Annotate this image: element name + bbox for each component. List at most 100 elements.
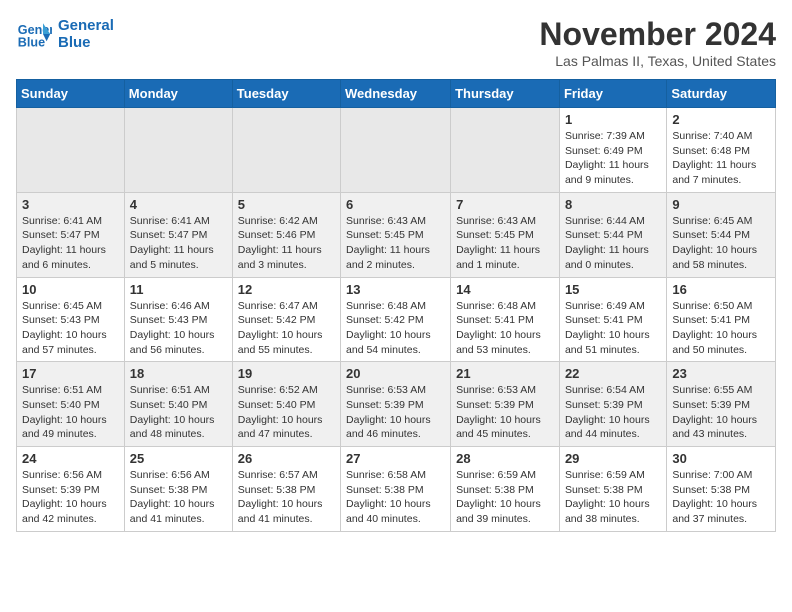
day-number: 9 bbox=[672, 197, 770, 212]
calendar-day: 11Sunrise: 6:46 AM Sunset: 5:43 PM Dayli… bbox=[124, 277, 232, 362]
day-info: Sunrise: 6:43 AM Sunset: 5:45 PM Dayligh… bbox=[346, 214, 445, 273]
day-number: 15 bbox=[565, 282, 661, 297]
day-info: Sunrise: 6:42 AM Sunset: 5:46 PM Dayligh… bbox=[238, 214, 335, 273]
month-title: November 2024 bbox=[539, 16, 776, 53]
day-number: 8 bbox=[565, 197, 661, 212]
calendar-day: 17Sunrise: 6:51 AM Sunset: 5:40 PM Dayli… bbox=[17, 362, 125, 447]
day-info: Sunrise: 6:58 AM Sunset: 5:38 PM Dayligh… bbox=[346, 468, 445, 527]
day-info: Sunrise: 6:56 AM Sunset: 5:39 PM Dayligh… bbox=[22, 468, 119, 527]
day-info: Sunrise: 6:50 AM Sunset: 5:41 PM Dayligh… bbox=[672, 299, 770, 358]
day-number: 19 bbox=[238, 366, 335, 381]
location: Las Palmas II, Texas, United States bbox=[539, 53, 776, 69]
day-number: 11 bbox=[130, 282, 227, 297]
day-header-saturday: Saturday bbox=[667, 80, 776, 108]
day-number: 25 bbox=[130, 451, 227, 466]
calendar-day: 24 Sunrise: 6:56 AM Sunset: 5:39 PM Dayli… bbox=[17, 447, 125, 532]
day-info: Sunrise: 6:48 AM Sunset: 5:42 PM Dayligh… bbox=[346, 299, 445, 358]
day-info: Sunrise: 6:45 AM Sunset: 5:43 PM Dayligh… bbox=[22, 299, 119, 358]
day-number: 4 bbox=[130, 197, 227, 212]
calendar-day: 1 Sunrise: 7:39 AM Sunset: 6:49 PM Daylig… bbox=[559, 108, 666, 193]
day-info: Sunrise: 6:59 AM Sunset: 5:38 PM Dayligh… bbox=[565, 468, 661, 527]
day-number: 18 bbox=[130, 366, 227, 381]
calendar-day bbox=[341, 108, 451, 193]
calendar: SundayMondayTuesdayWednesdayThursdayFrid… bbox=[16, 79, 776, 532]
day-number: 1 bbox=[565, 112, 661, 127]
day-number: 3 bbox=[22, 197, 119, 212]
day-header-sunday: Sunday bbox=[17, 80, 125, 108]
calendar-header-row: SundayMondayTuesdayWednesdayThursdayFrid… bbox=[17, 80, 776, 108]
day-info: Sunrise: 6:51 AM Sunset: 5:40 PM Dayligh… bbox=[130, 383, 227, 442]
day-header-friday: Friday bbox=[559, 80, 666, 108]
day-info: Sunrise: 6:41 AM Sunset: 5:47 PM Dayligh… bbox=[22, 214, 119, 273]
day-info: Sunrise: 6:47 AM Sunset: 5:42 PM Dayligh… bbox=[238, 299, 335, 358]
logo: General Blue General Blue bbox=[16, 16, 114, 52]
day-info: Sunrise: 6:48 AM Sunset: 5:41 PM Dayligh… bbox=[456, 299, 554, 358]
logo-general: General bbox=[58, 17, 114, 34]
calendar-day: 29Sunrise: 6:59 AM Sunset: 5:38 PM Dayli… bbox=[559, 447, 666, 532]
calendar-day: 20Sunrise: 6:53 AM Sunset: 5:39 PM Dayli… bbox=[341, 362, 451, 447]
page-header: General Blue General Blue November 2024 … bbox=[16, 16, 776, 69]
day-info: Sunrise: 6:44 AM Sunset: 5:44 PM Dayligh… bbox=[565, 214, 661, 273]
calendar-day bbox=[124, 108, 232, 193]
day-number: 22 bbox=[565, 366, 661, 381]
day-number: 16 bbox=[672, 282, 770, 297]
logo-icon: General Blue bbox=[16, 16, 52, 52]
day-number: 21 bbox=[456, 366, 554, 381]
day-info: Sunrise: 6:51 AM Sunset: 5:40 PM Dayligh… bbox=[22, 383, 119, 442]
calendar-day: 23 Sunrise: 6:55 AM Sunset: 5:39 PM Dayli… bbox=[667, 362, 776, 447]
calendar-day: 14 Sunrise: 6:48 AM Sunset: 5:41 PM Dayli… bbox=[451, 277, 560, 362]
calendar-day: 16 Sunrise: 6:50 AM Sunset: 5:41 PM Dayli… bbox=[667, 277, 776, 362]
day-info: Sunrise: 6:53 AM Sunset: 5:39 PM Dayligh… bbox=[456, 383, 554, 442]
day-info: Sunrise: 7:00 AM Sunset: 5:38 PM Dayligh… bbox=[672, 468, 770, 527]
calendar-week-row: 3 Sunrise: 6:41 AM Sunset: 5:47 PM Daylig… bbox=[17, 192, 776, 277]
svg-text:Blue: Blue bbox=[18, 36, 45, 50]
calendar-day: 9 Sunrise: 6:45 AM Sunset: 5:44 PM Daylig… bbox=[667, 192, 776, 277]
day-number: 23 bbox=[672, 366, 770, 381]
day-number: 26 bbox=[238, 451, 335, 466]
day-info: Sunrise: 6:49 AM Sunset: 5:41 PM Dayligh… bbox=[565, 299, 661, 358]
calendar-day bbox=[17, 108, 125, 193]
calendar-day: 25Sunrise: 6:56 AM Sunset: 5:38 PM Dayli… bbox=[124, 447, 232, 532]
calendar-day: 4 Sunrise: 6:41 AM Sunset: 5:47 PM Daylig… bbox=[124, 192, 232, 277]
day-info: Sunrise: 6:52 AM Sunset: 5:40 PM Dayligh… bbox=[238, 383, 335, 442]
calendar-day bbox=[451, 108, 560, 193]
calendar-day: 28 Sunrise: 6:59 AM Sunset: 5:38 PM Dayli… bbox=[451, 447, 560, 532]
day-number: 6 bbox=[346, 197, 445, 212]
day-number: 24 bbox=[22, 451, 119, 466]
calendar-week-row: 17Sunrise: 6:51 AM Sunset: 5:40 PM Dayli… bbox=[17, 362, 776, 447]
day-number: 5 bbox=[238, 197, 335, 212]
day-info: Sunrise: 6:45 AM Sunset: 5:44 PM Dayligh… bbox=[672, 214, 770, 273]
day-info: Sunrise: 7:39 AM Sunset: 6:49 PM Dayligh… bbox=[565, 129, 661, 188]
calendar-day: 8 Sunrise: 6:44 AM Sunset: 5:44 PM Daylig… bbox=[559, 192, 666, 277]
day-info: Sunrise: 6:54 AM Sunset: 5:39 PM Dayligh… bbox=[565, 383, 661, 442]
day-number: 2 bbox=[672, 112, 770, 127]
calendar-week-row: 24 Sunrise: 6:56 AM Sunset: 5:39 PM Dayli… bbox=[17, 447, 776, 532]
day-header-thursday: Thursday bbox=[451, 80, 560, 108]
day-number: 28 bbox=[456, 451, 554, 466]
day-header-wednesday: Wednesday bbox=[341, 80, 451, 108]
day-number: 7 bbox=[456, 197, 554, 212]
calendar-day: 2 Sunrise: 7:40 AM Sunset: 6:48 PM Daylig… bbox=[667, 108, 776, 193]
calendar-day: 19 Sunrise: 6:52 AM Sunset: 5:40 PM Dayli… bbox=[232, 362, 340, 447]
day-number: 20 bbox=[346, 366, 445, 381]
calendar-day: 22 Sunrise: 6:54 AM Sunset: 5:39 PM Dayli… bbox=[559, 362, 666, 447]
calendar-day: 7 Sunrise: 6:43 AM Sunset: 5:45 PM Daylig… bbox=[451, 192, 560, 277]
day-number: 12 bbox=[238, 282, 335, 297]
title-block: November 2024 Las Palmas II, Texas, Unit… bbox=[539, 16, 776, 69]
day-info: Sunrise: 6:43 AM Sunset: 5:45 PM Dayligh… bbox=[456, 214, 554, 273]
logo-blue: Blue bbox=[58, 34, 114, 51]
calendar-day: 6 Sunrise: 6:43 AM Sunset: 5:45 PM Daylig… bbox=[341, 192, 451, 277]
calendar-day: 12 Sunrise: 6:47 AM Sunset: 5:42 PM Dayli… bbox=[232, 277, 340, 362]
calendar-day: 21 Sunrise: 6:53 AM Sunset: 5:39 PM Dayli… bbox=[451, 362, 560, 447]
calendar-day: 10Sunrise: 6:45 AM Sunset: 5:43 PM Dayli… bbox=[17, 277, 125, 362]
day-info: Sunrise: 7:40 AM Sunset: 6:48 PM Dayligh… bbox=[672, 129, 770, 188]
day-number: 13 bbox=[346, 282, 445, 297]
calendar-week-row: 10Sunrise: 6:45 AM Sunset: 5:43 PM Dayli… bbox=[17, 277, 776, 362]
day-number: 14 bbox=[456, 282, 554, 297]
calendar-day: 30Sunrise: 7:00 AM Sunset: 5:38 PM Dayli… bbox=[667, 447, 776, 532]
day-info: Sunrise: 6:59 AM Sunset: 5:38 PM Dayligh… bbox=[456, 468, 554, 527]
calendar-day: 27Sunrise: 6:58 AM Sunset: 5:38 PM Dayli… bbox=[341, 447, 451, 532]
day-info: Sunrise: 6:41 AM Sunset: 5:47 PM Dayligh… bbox=[130, 214, 227, 273]
calendar-day: 15 Sunrise: 6:49 AM Sunset: 5:41 PM Dayli… bbox=[559, 277, 666, 362]
day-info: Sunrise: 6:55 AM Sunset: 5:39 PM Dayligh… bbox=[672, 383, 770, 442]
